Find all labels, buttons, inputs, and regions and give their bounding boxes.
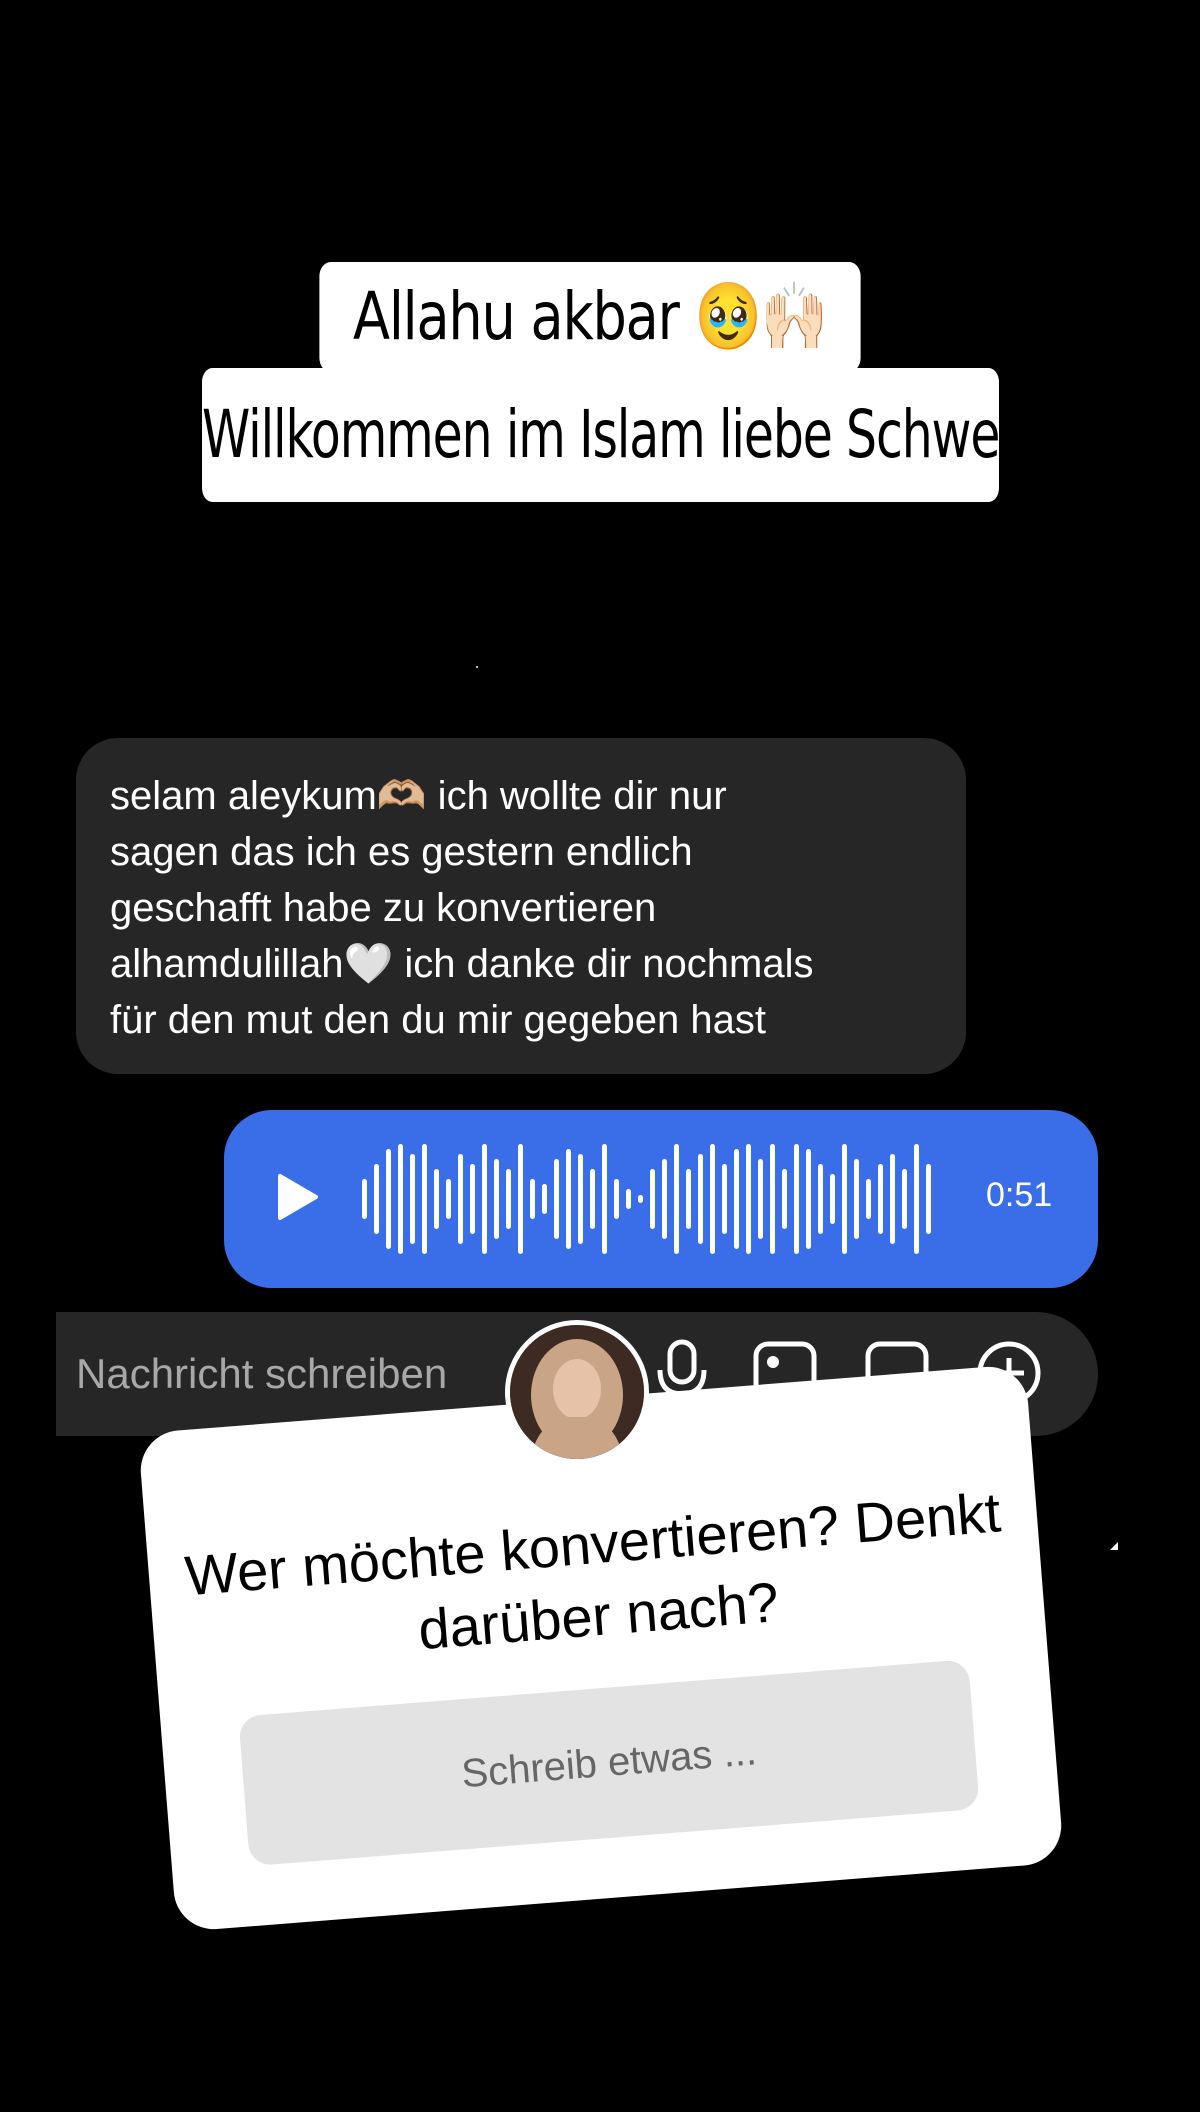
- voice-duration: 0:51: [986, 1176, 1053, 1214]
- received-message-bubble[interactable]: selam aleykum🫶🏼 ich wollte dir nur sagen…: [76, 738, 966, 1074]
- waveform-icon: [362, 1144, 931, 1254]
- caption-line-1: Allahu akbar 🥹🙌🏻: [319, 262, 861, 372]
- play-icon[interactable]: [274, 1172, 320, 1222]
- voice-message-bubble[interactable]: 0:51: [224, 1110, 1098, 1288]
- sparkle-icon: [1110, 1542, 1118, 1550]
- speck: [476, 666, 478, 668]
- message-line: geschafft habe zu konvertieren: [110, 886, 657, 930]
- answer-input[interactable]: Schreib etwas ...: [238, 1659, 980, 1867]
- message-input[interactable]: Nachricht schreiben: [76, 1350, 447, 1398]
- question-text: Wer möchte konvertieren? Denkt darüber n…: [182, 1480, 1003, 1662]
- avatar: [505, 1320, 649, 1464]
- message-line: selam aleykum🫶🏼 ich wollte dir nur: [110, 774, 727, 818]
- message-line: sagen das ich es gestern endlich: [110, 830, 693, 874]
- message-line: für den mut den du mir gegeben hast: [110, 998, 766, 1042]
- message-line: alhamdulillah🤍 ich danke dir nochmals: [110, 942, 814, 986]
- caption-line-2: Willkommen im Islam liebe Schwester: [202, 368, 1091, 502]
